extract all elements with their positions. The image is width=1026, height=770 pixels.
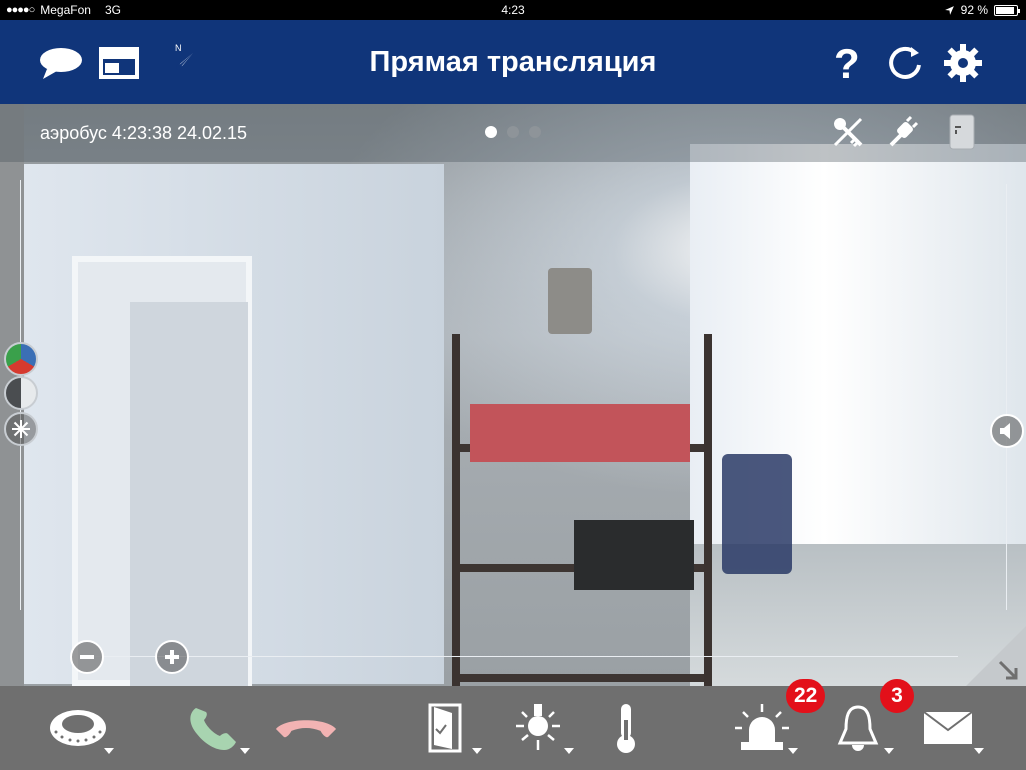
battery-percent: 92 % <box>960 3 988 17</box>
camera-label: аэробус 4:23:38 24.02.15 <box>40 123 248 143</box>
video-scene-object <box>470 404 690 462</box>
camera-video-view[interactable]: аэробус 4:23:38 24.02.15 <box>0 104 1026 686</box>
svg-text:?: ? <box>834 42 860 84</box>
video-scene-door-panel <box>130 302 248 686</box>
status-time: 4:23 <box>501 3 525 17</box>
guide-line-right <box>1006 184 1007 610</box>
color-adjust-button[interactable] <box>4 342 38 376</box>
light-button[interactable] <box>506 700 574 756</box>
battery-fill <box>996 6 1015 14</box>
accept-call-button[interactable] <box>182 700 250 756</box>
gear-icon <box>944 44 982 82</box>
volume-button[interactable] <box>990 414 1024 448</box>
video-scene-door <box>72 256 252 686</box>
door-open-button[interactable] <box>414 700 482 756</box>
dropdown-caret-icon <box>564 748 574 754</box>
asterisk-icon <box>12 420 30 438</box>
zoom-out-button[interactable] <box>70 640 104 674</box>
page-title: Прямая трансляция <box>369 46 657 78</box>
temperature-button[interactable] <box>594 700 658 756</box>
alarm-count-badge: 22 <box>786 679 826 713</box>
end-call-button[interactable] <box>274 700 338 756</box>
page-dot[interactable] <box>529 126 541 138</box>
camera-select-button[interactable] <box>46 700 114 756</box>
video-scene-shelf <box>452 334 712 686</box>
zoom-slider-track[interactable] <box>90 656 958 657</box>
question-mark-icon: ? <box>834 42 860 84</box>
page-dot[interactable] <box>485 126 497 138</box>
dropdown-caret-icon <box>884 748 894 754</box>
expand-arrow-icon <box>998 660 1018 680</box>
messages-button[interactable] <box>916 700 984 756</box>
door-open-icon <box>428 703 462 753</box>
phone-accept-icon <box>190 708 236 750</box>
settings-button[interactable] <box>940 40 986 86</box>
zoom-in-button[interactable] <box>155 640 189 674</box>
door-panel-icon <box>949 114 975 150</box>
unlock-key-button[interactable] <box>830 114 866 150</box>
contrast-adjust-button[interactable] <box>4 376 38 410</box>
dropdown-caret-icon <box>472 748 482 754</box>
status-bar: ●●●●○ MegaFon 3G 4:23 92 % <box>0 0 1026 20</box>
location-arrow-icon <box>944 5 954 15</box>
battery-icon <box>994 4 1020 16</box>
key-crossed-icon <box>833 117 863 148</box>
thermometer-icon <box>617 704 635 753</box>
dropdown-caret-icon <box>104 748 114 754</box>
video-scene-shelf-board <box>460 674 704 682</box>
door-contact-button[interactable] <box>944 114 980 150</box>
dropdown-caret-icon <box>974 748 984 754</box>
dropdown-caret-icon <box>240 748 250 754</box>
help-button[interactable]: ? <box>824 40 870 86</box>
video-scene-object <box>548 268 592 334</box>
navigation-bar: N Прямая трансляция ? <box>0 20 1026 104</box>
light-bulb-icon <box>516 704 560 750</box>
plug-icon <box>889 115 919 147</box>
page-dot[interactable] <box>507 126 519 138</box>
phone-hangup-icon <box>275 720 337 738</box>
plug-button[interactable] <box>886 114 922 150</box>
alarm-button[interactable] <box>730 700 798 756</box>
refresh-icon <box>889 46 921 79</box>
brightness-adjust-button[interactable] <box>4 412 38 446</box>
video-scene-object <box>722 454 792 574</box>
speaker-icon <box>1000 423 1010 439</box>
envelope-icon <box>923 711 973 744</box>
bottom-toolbar: 22 3 <box>0 679 1026 770</box>
video-scene-object <box>574 520 694 590</box>
bell-button[interactable] <box>826 700 894 756</box>
page-indicator[interactable] <box>485 126 541 138</box>
siren-icon <box>735 704 789 750</box>
plus-icon <box>165 650 179 664</box>
minus-icon <box>80 655 94 659</box>
dropdown-caret-icon <box>788 748 798 754</box>
dome-camera-icon <box>50 710 106 746</box>
refresh-button[interactable] <box>882 40 928 86</box>
bell-icon <box>837 705 879 751</box>
bell-count-badge: 3 <box>880 679 914 713</box>
